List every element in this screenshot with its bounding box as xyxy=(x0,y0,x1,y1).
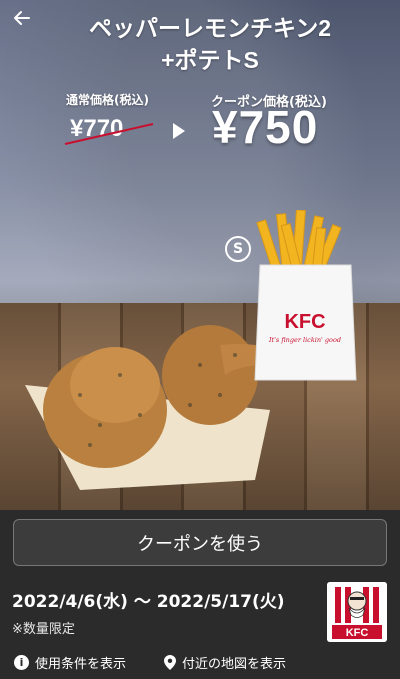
quantity-limit-note: ※数量限定 xyxy=(12,622,75,637)
coupon-price: ¥750 xyxy=(212,101,319,153)
strikethrough-line xyxy=(64,123,154,145)
pack-slogan: It's finger lickin' good xyxy=(268,336,341,344)
bottom-links: i 使用条件を表示 付近の地図を表示 xyxy=(14,653,286,672)
info-icon: i xyxy=(14,655,29,670)
title-line-1: ペッパーレモンチキン2 xyxy=(88,15,332,41)
coupon-title: ペッパーレモンチキン2 +ポテトS xyxy=(40,12,380,76)
terms-link-label: 使用条件を表示 xyxy=(35,657,127,672)
back-arrow-icon[interactable] xyxy=(12,8,32,28)
logo-brand-text: KFC xyxy=(346,627,369,639)
title-line-2: +ポテトS xyxy=(161,47,259,73)
coupon-hero-image: KFC It's finger lickin' good xyxy=(0,0,400,510)
map-link-label: 付近の地図を表示 xyxy=(182,657,287,672)
terms-link[interactable]: i 使用条件を表示 xyxy=(14,653,126,672)
use-coupon-button[interactable]: クーポンを使う xyxy=(13,519,387,566)
regular-price-label: 通常価格(税込) xyxy=(66,93,149,107)
size-badge: S xyxy=(225,236,251,262)
map-pin-icon xyxy=(164,655,177,670)
kfc-logo: KFC xyxy=(327,582,387,642)
map-link[interactable]: 付近の地図を表示 xyxy=(164,653,286,672)
fries-image: KFC It's finger lickin' good xyxy=(254,210,357,381)
play-arrow-icon xyxy=(173,123,185,139)
pack-brand: KFC xyxy=(284,311,325,333)
validity-dates: 2022/4/6(水) ～ 2022/5/17(火) xyxy=(12,592,285,612)
